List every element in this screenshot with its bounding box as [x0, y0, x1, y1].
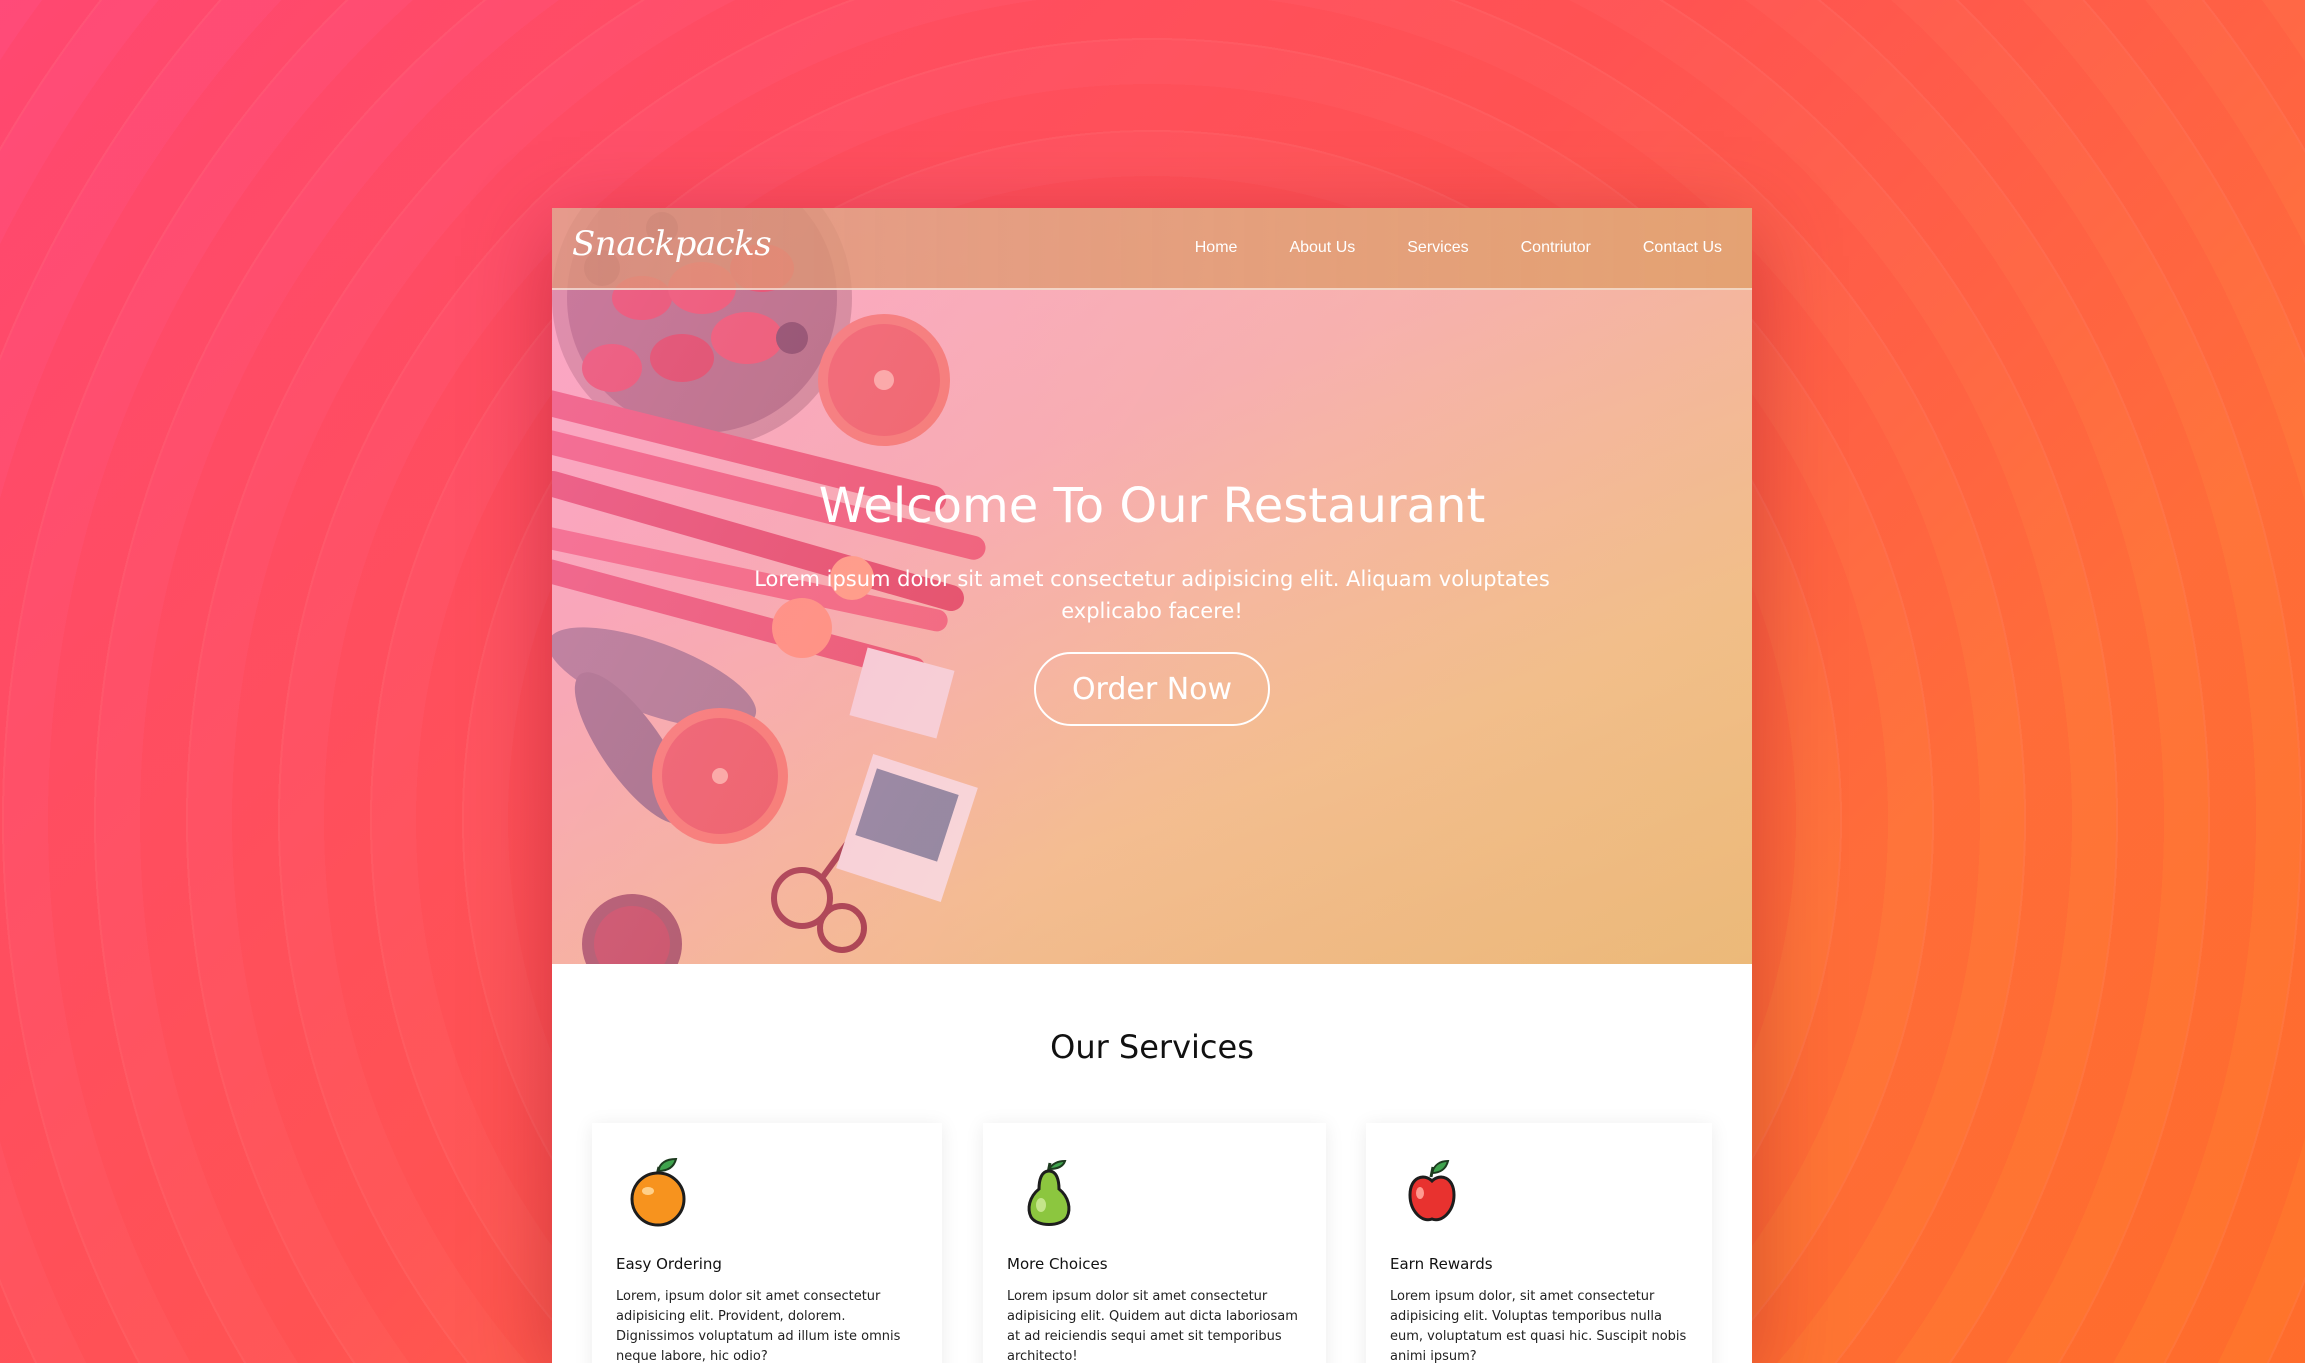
nav-item-about-us[interactable]: About Us	[1289, 239, 1355, 257]
service-card-earn-rewards: Earn Rewards Lorem ipsum dolor, sit amet…	[1366, 1123, 1712, 1363]
nav-links: Home About Us Services Contriutor Contac…	[1195, 208, 1752, 288]
navbar: Snackpacks Home About Us Services Contri…	[552, 208, 1752, 290]
hero-subtitle: Lorem ipsum dolor sit amet consectetur a…	[754, 567, 1550, 623]
nav-item-services[interactable]: Services	[1407, 239, 1468, 257]
orange-icon	[630, 1157, 686, 1227]
card-text: Lorem ipsum dolor sit amet consectetur a…	[1007, 1289, 1298, 1363]
service-card-more-choices: More Choices Lorem ipsum dolor sit amet …	[983, 1123, 1326, 1363]
services-title: Our Services	[1050, 1028, 1254, 1066]
hero-section: Snackpacks Home About Us Services Contri…	[552, 208, 1752, 964]
card-title: More Choices	[1007, 1255, 1108, 1273]
card-title: Earn Rewards	[1390, 1255, 1493, 1273]
card-title: Easy Ordering	[616, 1255, 722, 1273]
nav-item-contact-us[interactable]: Contact Us	[1643, 239, 1722, 257]
pear-icon	[1027, 1159, 1071, 1226]
service-card-easy-ordering: Easy Ordering Lorem, ipsum dolor sit ame…	[592, 1123, 942, 1363]
nav-item-contributor[interactable]: Contriutor	[1521, 239, 1591, 257]
brand-logo[interactable]: Snackpacks	[572, 224, 772, 264]
apple-icon	[1408, 1159, 1456, 1222]
order-now-button[interactable]: Order Now	[1034, 652, 1270, 726]
card-text: Lorem, ipsum dolor sit amet consectetur …	[616, 1289, 901, 1363]
card-text: Lorem ipsum dolor, sit amet consectetur …	[1390, 1289, 1687, 1363]
website-mockup: Snackpacks Home About Us Services Contri…	[552, 208, 1752, 1363]
hero-title: Welcome To Our Restaurant	[818, 478, 1486, 534]
nav-item-home[interactable]: Home	[1195, 239, 1238, 257]
